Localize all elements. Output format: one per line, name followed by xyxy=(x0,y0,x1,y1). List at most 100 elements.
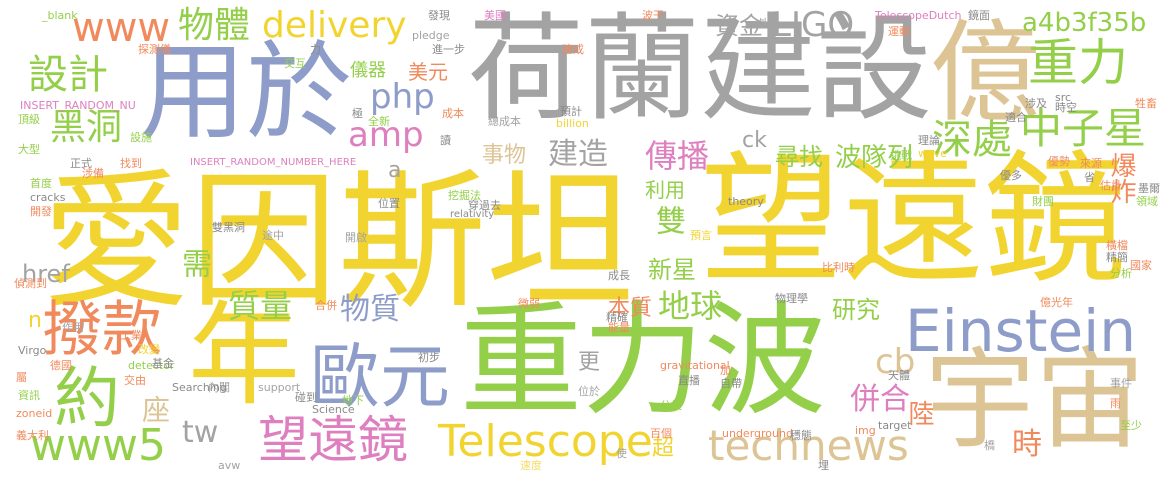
word-small: support xyxy=(258,381,301,394)
word-small: theory xyxy=(728,195,764,208)
word-small: 優多 xyxy=(1000,169,1022,182)
word-small: INSERT_RANDOM_NU xyxy=(20,99,136,112)
word-small: 作用 xyxy=(62,321,84,334)
word-small: 能量 xyxy=(608,321,630,334)
word-nova: 新星 xyxy=(648,256,696,284)
word-black-hole: 黑洞 xyxy=(50,107,123,148)
word-small: 估計 xyxy=(1100,179,1122,192)
word-more: 更 xyxy=(578,350,601,375)
word-einstein-en: Einstein xyxy=(905,297,1137,365)
word-small: 讀 xyxy=(440,134,451,147)
word-small: 來源 xyxy=(1080,157,1102,170)
word-small: 屬 xyxy=(16,371,27,384)
word-cloud: 愛因斯坦 望遠鏡 重力波 荷蘭建設 用於 億 宇宙 年 Einstein 歐元 … xyxy=(0,0,1175,482)
word-merge: 併合 xyxy=(850,382,910,417)
word-small: 力 xyxy=(310,43,321,56)
word-small: 穩態 xyxy=(790,429,812,442)
word-small: 精簡 xyxy=(1106,251,1128,264)
word-small: 交由 xyxy=(124,374,146,387)
word-small: 速度 xyxy=(520,459,542,472)
word-php: php xyxy=(370,77,435,117)
word-small: 美國 xyxy=(484,9,506,22)
word-small: 運動 xyxy=(888,25,910,38)
word-funds: 資金 xyxy=(715,12,763,40)
word-small: 全新 xyxy=(368,115,390,128)
word-small: 進一步 xyxy=(432,43,465,56)
word-www: www xyxy=(72,5,171,51)
word-telescope-zh-small: 望遠鏡 xyxy=(258,411,408,469)
word-design: 設計 xyxy=(28,52,108,98)
word-propagate: 傳播 xyxy=(645,137,710,175)
word-small: 義大利 xyxy=(16,429,49,442)
word-small: 時空 xyxy=(1055,101,1077,114)
word-small: 物理學 xyxy=(775,292,808,305)
word-small: 初步 xyxy=(418,351,440,364)
word-small: 理論 xyxy=(918,134,940,147)
word-small: 財團 xyxy=(1032,195,1054,208)
word-gravity: 重力 xyxy=(1028,34,1128,92)
word-double: 雙 xyxy=(650,205,685,235)
word-small: 分析 xyxy=(1110,267,1132,280)
word-small: 成長 xyxy=(608,269,630,282)
word-small: 改變 xyxy=(138,343,160,356)
word-small: 公尺 xyxy=(660,399,682,412)
word-small: 探測儀 xyxy=(138,43,171,56)
word-small: avw xyxy=(218,459,241,472)
word-utilize: 利用 xyxy=(645,178,685,202)
word-small: 天體 xyxy=(888,369,910,382)
word-small: 挑戰 xyxy=(890,149,912,162)
word-usd: 美元 xyxy=(408,60,448,84)
word-small: cracks xyxy=(30,191,66,204)
word-small: 設施 xyxy=(130,131,152,144)
word-small: 極 xyxy=(352,107,363,120)
word-small: 首度 xyxy=(30,177,52,190)
word-thing: 事物 xyxy=(482,143,527,168)
word-small: 外 xyxy=(758,17,769,30)
word-small: 橋 xyxy=(984,439,995,452)
word-small: 優勢 xyxy=(1048,155,1070,168)
word-small: 開啟 xyxy=(345,231,367,244)
word-neutron-star: 中子星 xyxy=(1020,104,1147,153)
word-search: 尋找 xyxy=(775,143,823,171)
word-small: 位於 xyxy=(578,385,600,398)
word-ck: ck xyxy=(742,128,767,153)
word-telescope-zh: 望遠鏡 xyxy=(700,138,1126,303)
word-small: 微弱 xyxy=(518,297,540,310)
word-small: 使 xyxy=(616,447,627,460)
word-small: 偵測到 xyxy=(14,277,47,290)
word-small: 基金 xyxy=(152,357,174,370)
word-small: img xyxy=(855,424,876,437)
word-small: 至少 xyxy=(1120,419,1142,432)
word-small: relativity xyxy=(450,209,495,220)
word-small: 事件 xyxy=(1110,377,1132,390)
word-small: 大型 xyxy=(18,143,40,156)
word-small: 位置 xyxy=(378,197,400,210)
word-small: 合併 xyxy=(315,299,337,312)
word-small: TelescopeDutch xyxy=(875,9,962,22)
word-tw: tw xyxy=(182,415,219,450)
word-small: 成本 xyxy=(442,107,464,120)
word-small: 資訊 xyxy=(18,389,40,402)
word-a4b3f35b: a4b3f35b xyxy=(1022,8,1147,38)
word-small: 涉備 xyxy=(82,167,104,180)
word-small: 領域 xyxy=(1136,195,1158,208)
word-small: 途中 xyxy=(262,229,284,242)
word-small: 橫檔 xyxy=(1106,239,1128,252)
word-small: 比利時 xyxy=(822,261,855,274)
word-small: 墨爾 xyxy=(1138,182,1160,195)
word-delivery: delivery xyxy=(262,5,407,46)
word-small: 省 xyxy=(1084,171,1095,184)
word-a: a xyxy=(388,158,402,183)
word-small: 建成 xyxy=(562,43,584,56)
word-small: 適合 xyxy=(1005,111,1027,124)
word-need: 需 xyxy=(176,248,211,278)
word-small: 找到 xyxy=(120,157,142,170)
word-matter: 物質 xyxy=(340,292,400,327)
word-small: underground xyxy=(722,427,793,440)
word-small: 雙黑洞 xyxy=(212,221,245,234)
word-earth: 地球 xyxy=(658,287,723,325)
word-small: 埋 xyxy=(818,459,829,472)
word-www5: www5 xyxy=(30,420,166,471)
word-object: 物體 xyxy=(178,5,251,46)
word-small: zoneid xyxy=(16,407,53,420)
